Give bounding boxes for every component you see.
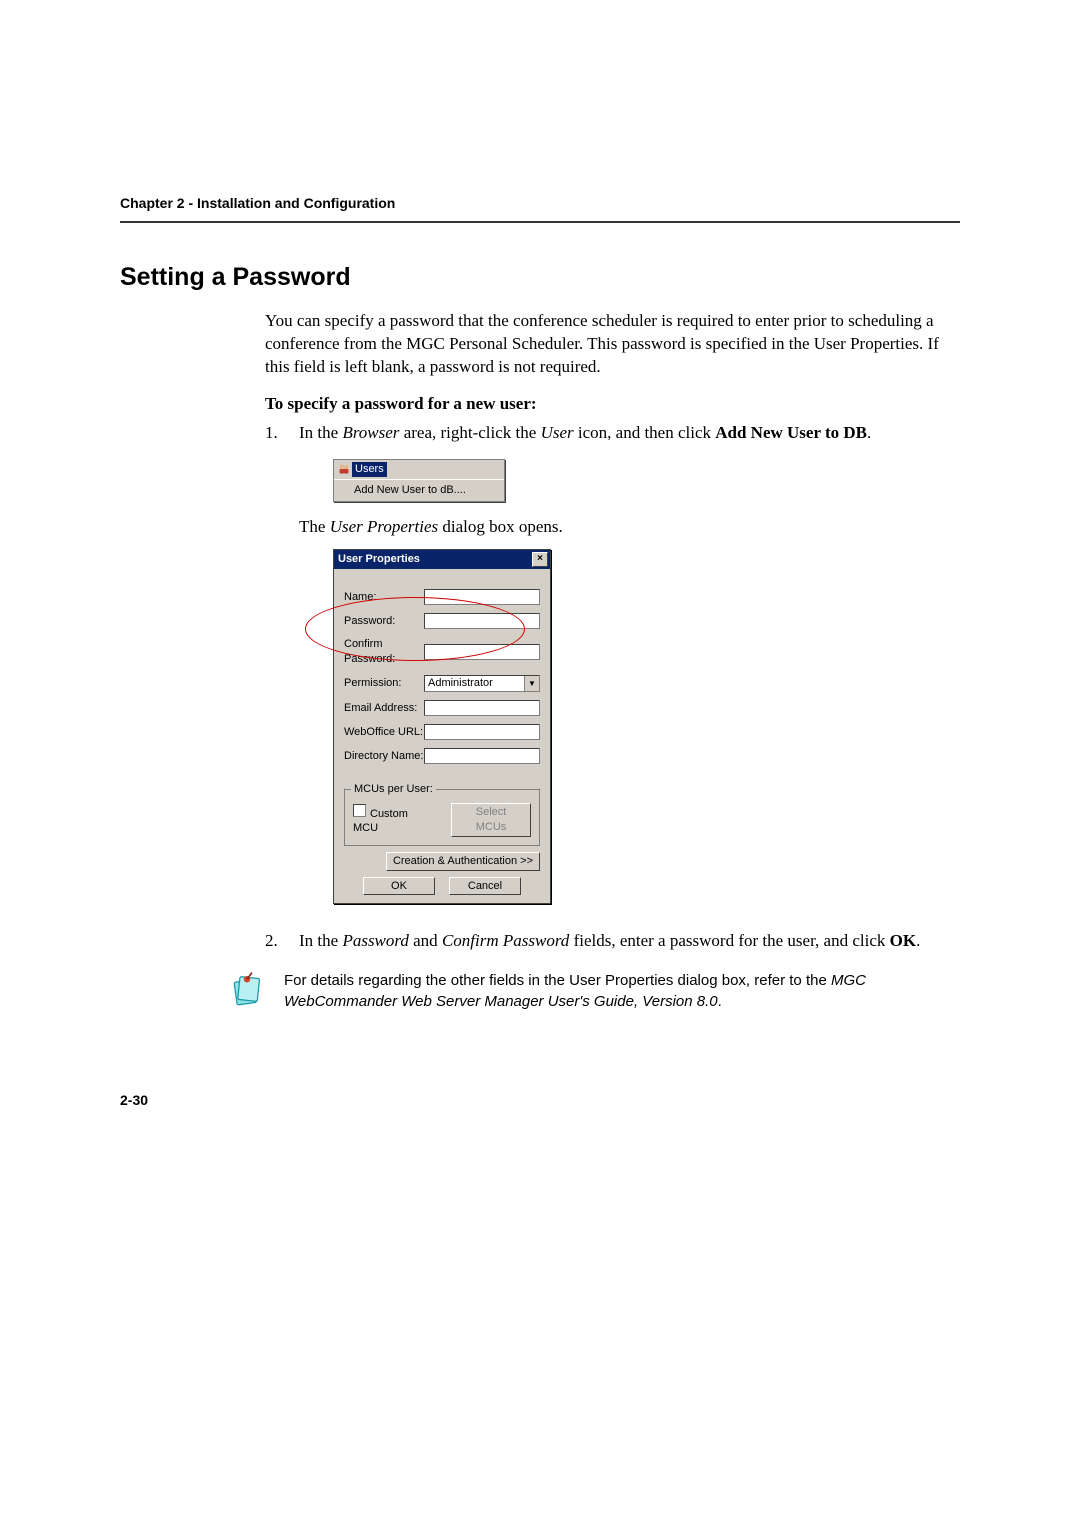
note-block: For details regarding the other fields i… — [230, 971, 960, 1012]
dialog-titlebar: User Properties × — [334, 550, 550, 569]
intro-paragraph: You can specify a password that the conf… — [265, 310, 960, 379]
group-legend: MCUs per User: — [351, 782, 436, 797]
context-menu-screenshot: Users Add New User to dB.... — [333, 459, 505, 503]
chapter-header: Chapter 2 - Installation and Configurati… — [120, 195, 960, 211]
step-1: 1. In the Browser area, right-click the … — [265, 422, 960, 921]
step-number: 2. — [265, 930, 299, 953]
step-2: 2. In the Password and Confirm Password … — [265, 930, 960, 953]
permission-value: Administrator — [425, 676, 524, 691]
close-icon[interactable]: × — [532, 552, 548, 567]
dialog-title: User Properties — [338, 552, 420, 567]
custom-mcu-checkbox-row[interactable]: Custom MCU — [353, 804, 433, 837]
note-text: For details regarding the other fields i… — [284, 971, 960, 1012]
password-field[interactable] — [424, 613, 540, 629]
name-field[interactable] — [424, 589, 540, 605]
select-mcus-button: Select MCUs — [451, 803, 531, 837]
user-properties-dialog: User Properties × Name: Password: — [333, 549, 551, 904]
email-field[interactable] — [424, 700, 540, 716]
confirm-password-field[interactable] — [424, 644, 540, 660]
page-number: 2-30 — [120, 1092, 960, 1108]
label-weboffice-url: WebOffice URL: — [344, 725, 424, 740]
creation-authentication-button[interactable]: Creation & Authentication >> — [386, 852, 540, 871]
label-password: Password: — [344, 614, 424, 629]
mcus-per-user-group: MCUs per User: Custom MCU Select MCUs — [344, 788, 540, 846]
label-permission: Permission: — [344, 676, 424, 691]
step-number: 1. — [265, 422, 299, 921]
context-menu-item-add-user[interactable]: Add New User to dB.... — [334, 480, 504, 502]
ok-button[interactable]: OK — [363, 877, 435, 896]
label-name: Name: — [344, 590, 424, 605]
label-directory-name: Directory Name: — [344, 749, 424, 764]
cancel-button[interactable]: Cancel — [449, 877, 521, 896]
weboffice-url-field[interactable] — [424, 724, 540, 740]
label-confirm-password: Confirm Password: — [344, 637, 424, 667]
step-2-text: In the Password and Confirm Password fie… — [299, 930, 960, 953]
chevron-down-icon: ▼ — [524, 676, 539, 691]
checkbox-icon — [353, 804, 366, 817]
procedure-subhead: To specify a password for a new user: — [265, 393, 960, 416]
note-pushpin-icon — [230, 971, 264, 1007]
users-node-label: Users — [352, 462, 387, 477]
section-title: Setting a Password — [120, 263, 960, 292]
step-1-result-text: The User Properties dialog box opens. — [299, 516, 960, 539]
header-rule — [120, 221, 960, 223]
label-email: Email Address: — [344, 701, 424, 716]
directory-name-field[interactable] — [424, 748, 540, 764]
users-icon — [338, 463, 350, 475]
step-1-text: In the Browser area, right-click the Use… — [299, 422, 960, 445]
permission-dropdown[interactable]: Administrator ▼ — [424, 675, 540, 692]
